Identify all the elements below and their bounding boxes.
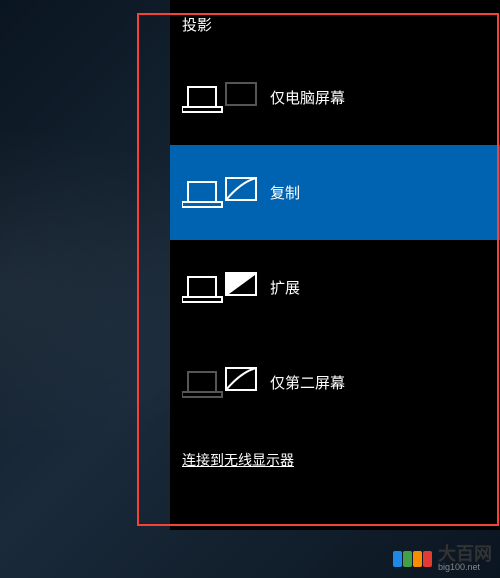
pc-only-icon — [182, 79, 262, 117]
option-pc-only[interactable]: 仅电脑屏幕 — [170, 50, 500, 145]
panel-title: 投影 — [182, 14, 212, 35]
second-only-icon — [182, 364, 262, 402]
duplicate-icon — [182, 174, 262, 212]
option-label: 仅第二屏幕 — [270, 372, 345, 393]
option-label: 复制 — [270, 182, 300, 203]
project-panel: 投影 仅电脑屏幕 复制 — [170, 0, 500, 530]
option-second-only[interactable]: 仅第二屏幕 — [170, 335, 500, 430]
extend-icon — [182, 269, 262, 307]
project-options: 仅电脑屏幕 复制 — [170, 50, 500, 430]
connect-wireless-link[interactable]: 连接到无线显示器 — [182, 450, 294, 470]
option-extend[interactable]: 扩展 — [170, 240, 500, 335]
watermark-cn: 大百网 — [438, 545, 492, 563]
watermark: 大百网 big100.net — [393, 545, 492, 572]
option-label: 仅电脑屏幕 — [270, 87, 345, 108]
option-duplicate[interactable]: 复制 — [170, 145, 500, 240]
watermark-logo — [393, 551, 432, 567]
watermark-en: big100.net — [438, 563, 492, 572]
option-label: 扩展 — [270, 277, 300, 298]
